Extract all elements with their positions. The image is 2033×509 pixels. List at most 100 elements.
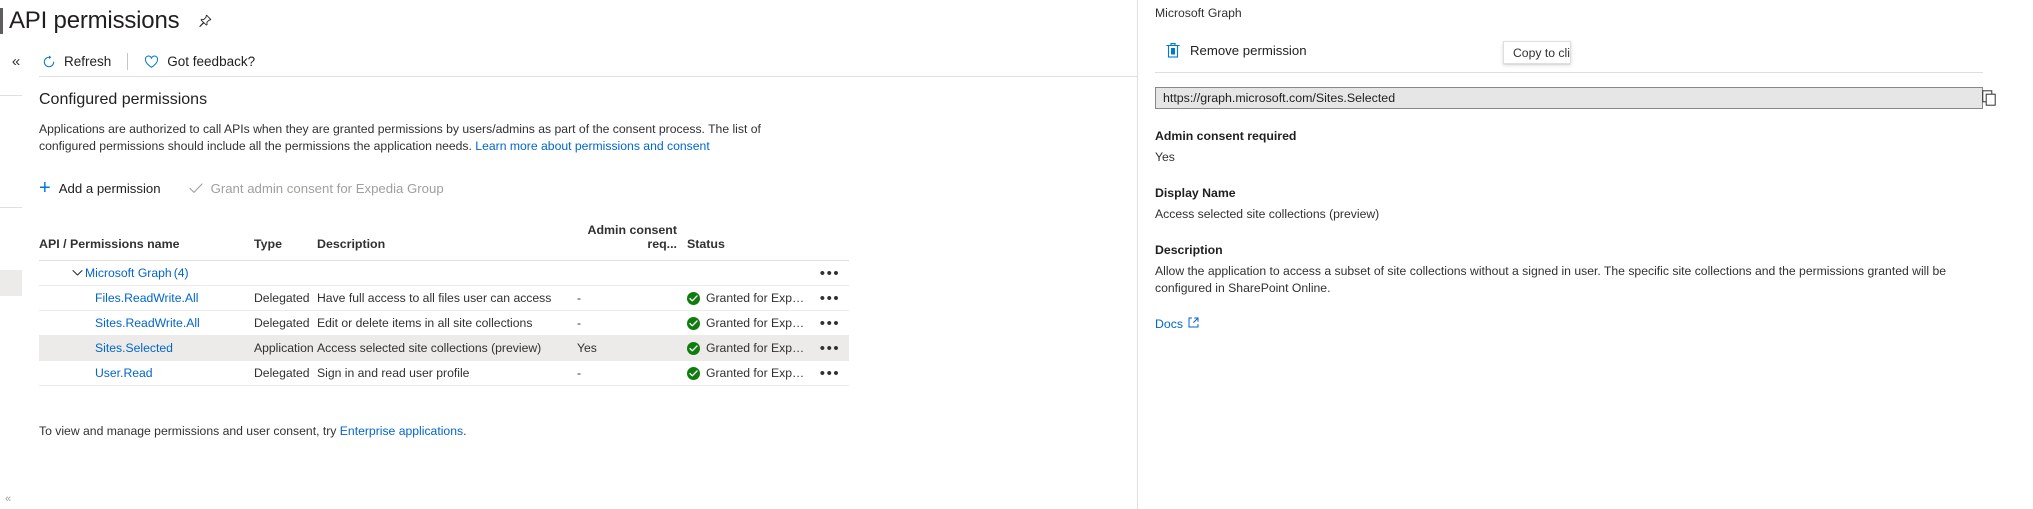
pin-icon[interactable] (197, 14, 212, 29)
admin-consent-required-value: Yes (1155, 150, 1175, 164)
table-row[interactable]: User.Read Delegated Sign in and read use… (39, 361, 849, 386)
title-accent-bar (0, 8, 3, 34)
configured-permissions-section: Configured permissions Applications are … (39, 88, 1129, 438)
permission-name-cell: User.Read (39, 361, 254, 386)
row-more-actions-button[interactable]: ••• (816, 290, 841, 307)
permission-name-link[interactable]: User.Read (95, 366, 153, 380)
command-separator (127, 53, 129, 70)
grant-admin-consent-label: Grant admin consent for Expedia Group (210, 180, 444, 196)
section-title: Configured permissions (39, 91, 208, 108)
group-actions-cell: ••• (807, 261, 849, 286)
footer-note-prefix: To view and manage permissions and user … (39, 424, 340, 438)
row-more-actions-button[interactable]: ••• (816, 365, 841, 382)
permission-actions-cell: ••• (807, 286, 849, 311)
column-header-name: API / Permissions name (39, 237, 180, 251)
chevron-down-icon[interactable] (72, 269, 83, 277)
permission-status-text: Granted for Expedia Gro... (706, 366, 807, 380)
permission-type-cell: Delegated (254, 316, 310, 330)
column-header-description: Description (317, 237, 386, 251)
permission-status-cell: Granted for Expedia Gro... (687, 361, 807, 386)
edge-divider-top (0, 95, 22, 96)
footer-note: To view and manage permissions and user … (39, 424, 1129, 438)
permission-type-cell: Delegated (254, 366, 310, 380)
permission-status-text: Granted for Expedia Gro... (706, 316, 807, 330)
permission-actions-cell: ••• (807, 311, 849, 336)
copy-tooltip: Copy to clipboard (1503, 41, 1571, 64)
column-header-status: Status (687, 237, 725, 251)
add-permission-button[interactable]: + Add a permission (39, 174, 171, 202)
edge-marker (0, 270, 22, 296)
permission-url-field[interactable]: https://graph.microsoft.com/Sites.Select… (1155, 87, 1983, 109)
refresh-label: Refresh (64, 54, 112, 69)
page-header: API permissions (0, 0, 212, 42)
permission-name-cell: Sites.Selected (39, 336, 254, 361)
copy-icon[interactable] (1978, 87, 2000, 109)
green-check-icon (687, 316, 700, 330)
enterprise-applications-link[interactable]: Enterprise applications (340, 424, 463, 438)
permission-name-link[interactable]: Files.ReadWrite.All (95, 291, 198, 305)
group-name-link[interactable]: Microsoft Graph (85, 266, 172, 280)
group-description-cell (317, 261, 577, 286)
green-check-icon (687, 291, 700, 305)
learn-more-link[interactable]: Learn more about permissions and consent (475, 139, 709, 153)
bottom-collapse-icon[interactable]: « (5, 493, 11, 505)
permission-name-link[interactable]: Sites.Selected (95, 341, 173, 355)
permission-type-cell: Delegated (254, 291, 310, 305)
panel-body: Microsoft Graph Remove permission https:… (1155, 0, 2015, 333)
page-title: API permissions (9, 7, 180, 34)
remove-permission-button[interactable]: Remove permission (1155, 37, 2015, 63)
group-count: (4) (173, 266, 189, 280)
row-more-actions-button[interactable]: ••• (816, 315, 841, 332)
group-name-cell: Microsoft Graph (4) (39, 261, 254, 286)
table-row[interactable]: Files.ReadWrite.All Delegated Have full … (39, 286, 849, 311)
panel-divider (1155, 72, 1983, 73)
external-link-icon (1188, 317, 1199, 331)
permission-status-text: Granted for Expedia Gro... (706, 341, 807, 355)
permission-admin-consent-cell: - (577, 291, 582, 305)
plus-icon: + (39, 177, 51, 199)
admin-consent-required-label: Admin consent required (1155, 129, 1297, 143)
column-header-admin-consent: Admin consent req... (587, 223, 678, 251)
permission-description-cell: Sign in and read user profile (317, 366, 470, 380)
group-type-cell (254, 261, 317, 286)
api-permissions-page: API permissions « Refresh Got feedback? … (0, 0, 2033, 509)
group-admin-cell (577, 261, 687, 286)
permission-status-cell: Granted for Expedia Gro... (687, 336, 807, 361)
permissions-table: API / Permissions name Type Description … (39, 219, 849, 386)
refresh-button[interactable]: Refresh (32, 48, 121, 76)
group-more-actions-button[interactable]: ••• (816, 265, 841, 282)
refresh-icon (42, 55, 56, 69)
group-status-cell (687, 261, 807, 286)
edge-divider-mid (0, 207, 22, 208)
docs-link[interactable]: Docs (1155, 317, 1199, 331)
table-header-row: API / Permissions name Type Description … (39, 219, 849, 261)
row-more-actions-button[interactable]: ••• (816, 340, 841, 357)
permission-name-link[interactable]: Sites.ReadWrite.All (95, 316, 200, 330)
collapse-panel-button[interactable]: « (0, 53, 32, 70)
permission-type-cell: Application (254, 341, 314, 355)
green-check-icon (687, 341, 700, 355)
command-bar: « Refresh Got feedback? (0, 47, 1137, 76)
trash-icon (1166, 42, 1180, 58)
display-name-label: Display Name (1155, 186, 1236, 200)
permission-url-row: https://graph.microsoft.com/Sites.Select… (1155, 87, 1996, 109)
got-feedback-label: Got feedback? (167, 54, 256, 69)
grant-admin-consent-button[interactable]: Grant admin consent for Expedia Group (173, 174, 454, 202)
checkmark-icon (189, 182, 203, 194)
section-description: Applications are authorized to call APIs… (39, 121, 807, 155)
permission-admin-consent-cell: - (577, 366, 582, 380)
permission-name-cell: Files.ReadWrite.All (39, 286, 254, 311)
table-row[interactable]: Sites.Selected Application Access select… (39, 335, 849, 361)
footer-note-suffix: . (463, 424, 467, 438)
permission-status-text: Granted for Expedia Gro... (706, 291, 807, 305)
permission-status-cell: Granted for Expedia Gro... (687, 311, 807, 336)
permission-description-cell: Have full access to all files user can a… (317, 291, 552, 305)
got-feedback-button[interactable]: Got feedback? (134, 48, 265, 76)
table-group-row[interactable]: Microsoft Graph (4) ••• (39, 261, 849, 286)
heart-icon (144, 55, 159, 69)
permission-actions-cell: ••• (807, 336, 849, 361)
permission-admin-consent-cell: Yes (577, 341, 597, 355)
permission-name-cell: Sites.ReadWrite.All (39, 311, 254, 336)
panel-subtitle: Microsoft Graph (1155, 6, 1242, 20)
table-row[interactable]: Sites.ReadWrite.All Delegated Edit or de… (39, 311, 849, 336)
